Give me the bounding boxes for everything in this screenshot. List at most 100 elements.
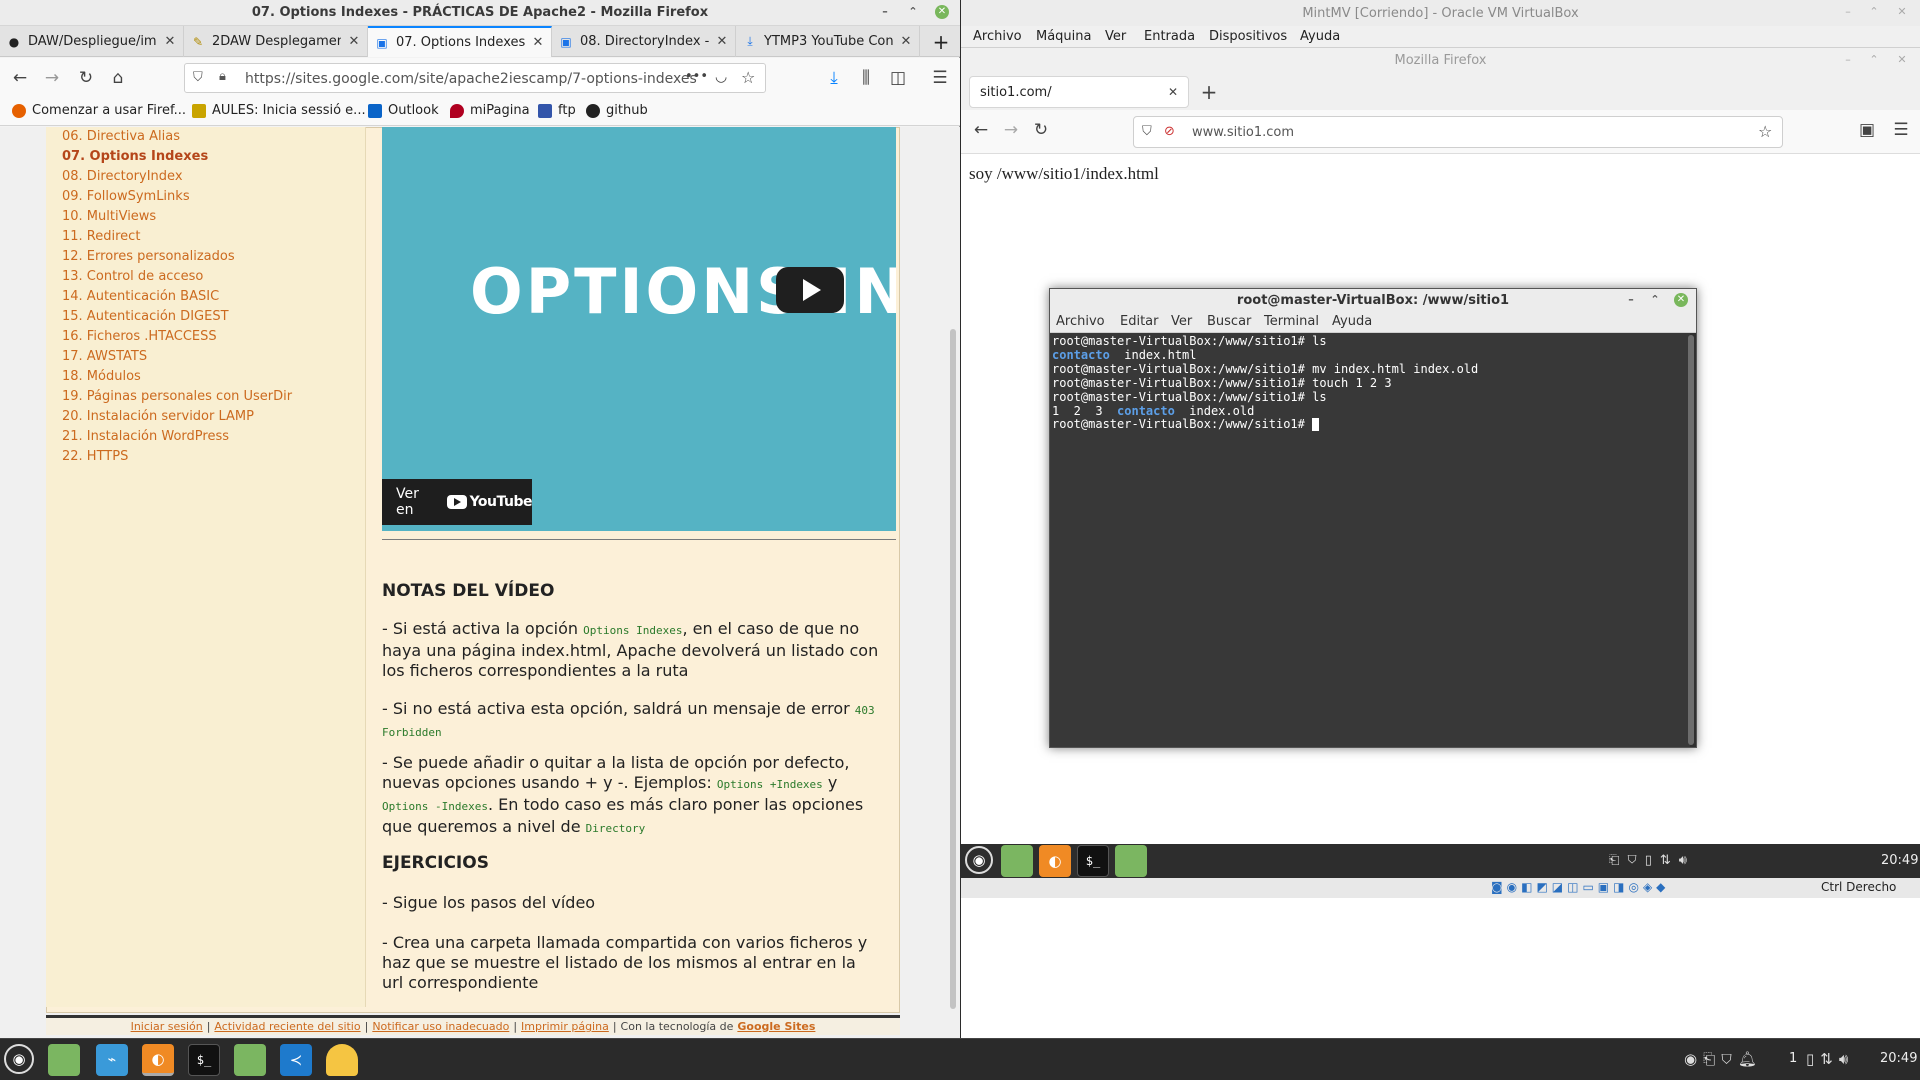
shield-icon[interactable]: ⛉ [193, 70, 203, 85]
window-titlebar[interactable]: 07. Options Indexes - PRÁCTICAS DE Apach… [0, 0, 960, 26]
menu-editar[interactable]: Editar [1120, 314, 1159, 329]
close-tab-icon[interactable]: ✕ [715, 34, 729, 49]
tab-github[interactable]: ● DAW/Despliegue/im ✕ [0, 26, 184, 57]
files-icon[interactable] [234, 1044, 266, 1076]
menu-ver[interactable]: Ver [1171, 314, 1192, 329]
extension-icon[interactable]: ▣ [1855, 118, 1879, 142]
sidebar-item-htaccess[interactable]: 16. Ficheros .HTACCESS [62, 329, 217, 344]
menu-archivo[interactable]: Archivo [973, 29, 1022, 44]
vscode-icon[interactable]: ≺ [280, 1044, 312, 1076]
menu-buscar[interactable]: Buscar [1207, 314, 1251, 329]
sidebar-item-auth-basic[interactable]: 14. Autenticación BASIC [62, 289, 219, 304]
signin-link[interactable]: Iniciar sesión [131, 1020, 203, 1033]
maximize-icon[interactable]: ⌃ [1867, 53, 1881, 67]
close-tab-icon[interactable]: ✕ [1168, 85, 1178, 99]
sidebar-item-userdir[interactable]: 19. Páginas personales con UserDir [62, 389, 292, 404]
downloads-icon[interactable]: ⤓ [822, 66, 846, 90]
page-scrollbar[interactable] [946, 127, 960, 1038]
close-tab-icon[interactable]: ✕ [347, 34, 361, 49]
close-icon[interactable]: ✕ [1674, 293, 1688, 307]
mint-menu-icon[interactable]: ◉ [965, 846, 993, 874]
bookmark-item[interactable]: miPagina [450, 103, 530, 118]
minimize-icon[interactable]: – [1841, 5, 1855, 19]
lock-icon[interactable]: 🔒︎ [219, 69, 226, 84]
jflap-icon[interactable]: ⌁ [96, 1044, 128, 1076]
sidebar-toggle-icon[interactable]: ◫ [886, 66, 910, 90]
tab-directoryindex[interactable]: ▣ 08. DirectoryIndex - ✕ [552, 26, 736, 57]
guest-url-bar[interactable]: ⛉ ⊘ www.sitio1.com ☆ [1133, 116, 1783, 148]
scrollbar-thumb[interactable] [950, 329, 956, 1009]
close-icon[interactable]: ✕ [935, 5, 949, 19]
firefox-icon[interactable]: ◐ [1039, 845, 1071, 877]
terminal-icon[interactable]: $_ [1077, 845, 1109, 877]
youtube-video-embed[interactable] [382, 127, 896, 531]
terminal-titlebar[interactable]: root@master-VirtualBox: /www/sitio1 – ⌃ … [1050, 289, 1696, 311]
bookmark-star-icon[interactable]: ☆ [741, 68, 755, 87]
guest-display[interactable]: Mozilla Firefox – ⌃ ✕ sitio1.com/ ✕ + ← … [961, 48, 1920, 1038]
back-icon[interactable]: ← [969, 118, 993, 142]
firefox-icon[interactable]: ◐ [142, 1044, 174, 1076]
library-icon[interactable]: ⫼ [854, 66, 878, 90]
sidebar-item-control-acceso[interactable]: 13. Control de acceso [62, 269, 203, 284]
sidebar-item-wordpress[interactable]: 21. Instalación WordPress [62, 429, 229, 444]
system-tray-icons[interactable]: ⎗⛉▯⇅🔊︎ [1609, 853, 1695, 868]
mint-menu-icon[interactable]: ◉ [4, 1044, 34, 1074]
watch-on-youtube-button[interactable]: Ver en YouTube [382, 479, 533, 525]
forward-icon[interactable]: → [999, 118, 1023, 142]
reload-icon[interactable]: ↻ [1029, 118, 1053, 142]
play-button[interactable] [776, 267, 844, 313]
vb-device-icons[interactable]: ◙◉◧◩◪◫▭▣◨◎◈◆ [1491, 880, 1669, 894]
pocket-icon[interactable]: ◡ [715, 69, 727, 85]
page-actions-button[interactable]: ••• [685, 69, 708, 84]
terminal-window[interactable]: root@master-VirtualBox: /www/sitio1 – ⌃ … [1049, 288, 1697, 748]
bookmark-item[interactable]: AULES: Inicia sessió e... [192, 103, 366, 118]
host-clock[interactable]: 20:49 [1880, 1051, 1917, 1066]
new-tab-button[interactable]: + [1195, 78, 1223, 106]
vb-titlebar[interactable]: MintMV [Corriendo] - Oracle VM VirtualBo… [961, 0, 1920, 26]
sidebar-item-options-indexes[interactable]: 07. Options Indexes [62, 149, 208, 164]
terminal-output[interactable]: root@master-VirtualBox:/www/sitio1# ls c… [1050, 333, 1690, 747]
maximize-icon[interactable]: ⌃ [1867, 5, 1881, 19]
back-icon[interactable]: ← [8, 66, 32, 90]
sidebar-item-multiviews[interactable]: 10. MultiViews [62, 209, 156, 224]
menu-terminal[interactable]: Terminal [1264, 314, 1319, 329]
menu-ayuda[interactable]: Ayuda [1300, 29, 1340, 44]
tab-sitio1[interactable]: sitio1.com/ ✕ [969, 76, 1189, 108]
sidebar-item-directoryindex[interactable]: 08. DirectoryIndex [62, 169, 183, 184]
home-icon[interactable]: ⌂ [106, 66, 130, 90]
close-icon[interactable]: ✕ [1895, 53, 1909, 67]
report-abuse-link[interactable]: Notificar uso inadecuado [372, 1020, 509, 1033]
sidebar-item-modulos[interactable]: 18. Módulos [62, 369, 141, 384]
files-icon[interactable] [1115, 845, 1147, 877]
maximize-icon[interactable]: ⌃ [1648, 293, 1662, 307]
minimize-icon[interactable]: – [1624, 293, 1638, 307]
menu-archivo[interactable]: Archivo [1056, 314, 1105, 329]
sidebar-item-auth-digest[interactable]: 15. Autenticación DIGEST [62, 309, 229, 324]
guest-firefox-titlebar[interactable]: Mozilla Firefox – ⌃ ✕ [961, 48, 1920, 72]
menu-icon[interactable]: ☰ [928, 66, 952, 90]
close-icon[interactable]: ✕ [1895, 5, 1909, 19]
minimize-icon[interactable]: – [878, 5, 892, 19]
tab-options-indexes[interactable]: ▣ 07. Options Indexes ✕ [368, 26, 552, 57]
bookmark-item[interactable]: ftp [538, 103, 576, 118]
maximize-icon[interactable]: ⌃ [906, 5, 920, 19]
system-tray-icons[interactable]: ◉⎗⛉🔔︎ [1684, 1050, 1763, 1068]
insecure-lock-icon[interactable]: ⊘ [1164, 124, 1175, 139]
close-tab-icon[interactable]: ✕ [163, 34, 177, 49]
virtualbox-icon[interactable] [326, 1044, 358, 1076]
sidebar-item-awstats[interactable]: 17. AWSTATS [62, 349, 147, 364]
bookmark-star-icon[interactable]: ☆ [1758, 122, 1772, 141]
menu-maquina[interactable]: Máquina [1036, 29, 1092, 44]
guest-clock[interactable]: 20:49 [1881, 853, 1918, 868]
terminal-icon[interactable]: $_ [188, 1044, 220, 1076]
network-volume-icons[interactable]: ▯⇅🔊︎ [1806, 1050, 1854, 1068]
workspace-indicator[interactable]: 1 [1789, 1051, 1797, 1066]
new-tab-button[interactable]: + [924, 26, 958, 57]
url-bar[interactable]: ⛉ 🔒︎ https://sites.google.com/site/apach… [184, 63, 766, 93]
show-desktop-icon[interactable] [1001, 845, 1033, 877]
close-tab-icon[interactable]: ✕ [531, 35, 545, 50]
close-tab-icon[interactable]: ✕ [899, 34, 913, 49]
reload-icon[interactable]: ↻ [74, 66, 98, 90]
bookmark-item[interactable]: github [586, 103, 648, 118]
recent-activity-link[interactable]: Actividad reciente del sitio [214, 1020, 360, 1033]
